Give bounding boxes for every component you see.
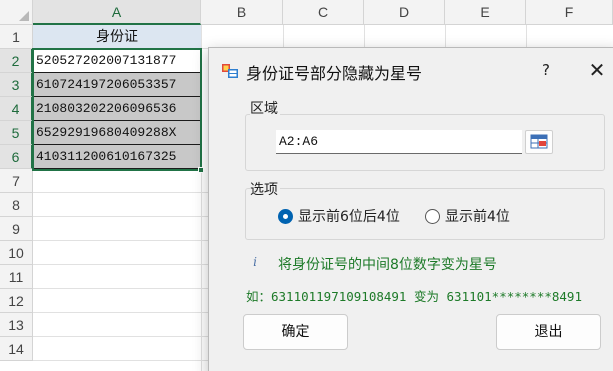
range-input[interactable]: [276, 130, 522, 154]
row-header[interactable]: 13: [0, 313, 33, 337]
row-header[interactable]: 12: [0, 289, 33, 313]
range-select-icon[interactable]: [525, 130, 553, 154]
row-header[interactable]: 2: [0, 49, 33, 73]
select-all-corner[interactable]: [0, 0, 33, 25]
spreadsheet-addin-icon: [221, 61, 239, 79]
fill-handle[interactable]: [198, 167, 204, 173]
cell-a6[interactable]: 410311200610167325: [33, 145, 201, 169]
row-header[interactable]: 10: [0, 241, 33, 265]
exit-button[interactable]: 退出: [496, 314, 601, 350]
row-header[interactable]: 14: [0, 337, 33, 361]
cell-a2[interactable]: 520527202007131877: [33, 49, 201, 73]
range-group-label: 区域: [250, 98, 280, 118]
info-icon: i: [253, 255, 257, 269]
row-header[interactable]: 1: [0, 25, 33, 49]
row-header[interactable]: 5: [0, 121, 33, 145]
column-header-a[interactable]: A: [33, 0, 201, 25]
row-header[interactable]: 9: [0, 217, 33, 241]
column-header-f[interactable]: F: [526, 0, 613, 25]
column-header-c[interactable]: C: [283, 0, 364, 25]
cell-a5[interactable]: 65292919680409288X: [33, 121, 201, 145]
cell-a4[interactable]: 210803202206096536: [33, 97, 201, 121]
info-text: 将身份证号的中间8位数字变为星号: [278, 257, 497, 273]
radio-label: 显示前4位: [445, 209, 510, 225]
dialog-title: 身份证号部分隐藏为星号: [246, 64, 423, 83]
close-button[interactable]: ✕: [583, 57, 611, 83]
example-text: 如：631101197109108491 变为 631101********84…: [246, 289, 582, 304]
help-button[interactable]: ?: [534, 58, 558, 82]
column-header-b[interactable]: B: [201, 0, 283, 25]
radio-label: 显示前6位后4位: [298, 209, 400, 225]
row-header[interactable]: 11: [0, 265, 33, 289]
row-header[interactable]: 3: [0, 73, 33, 97]
dialog-titlebar[interactable]: 身份证号部分隐藏为星号 ? ✕: [209, 48, 613, 92]
radio-first4[interactable]: 显示前4位: [425, 206, 510, 226]
row-header[interactable]: 4: [0, 97, 33, 121]
cell-a3[interactable]: 610724197206053357: [33, 73, 201, 97]
row-header[interactable]: 7: [0, 169, 33, 193]
mask-id-dialog: 身份证号部分隐藏为星号 ? ✕ 区域 选项 显示前6位后4位 显示前4位 i 将…: [208, 47, 613, 371]
radio-first6-last4[interactable]: 显示前6位后4位: [278, 206, 400, 226]
row-header[interactable]: 8: [0, 193, 33, 217]
options-group-label: 选项: [250, 179, 280, 199]
column-header-e[interactable]: E: [445, 0, 526, 25]
radio-selected-icon[interactable]: [278, 208, 293, 224]
row-header[interactable]: 6: [0, 145, 33, 169]
column-header-d[interactable]: D: [364, 0, 445, 25]
cell-a1[interactable]: 身份证: [33, 25, 201, 49]
radio-unselected-icon[interactable]: [425, 208, 440, 224]
gridline: [201, 25, 202, 371]
ok-button[interactable]: 确定: [243, 314, 348, 350]
